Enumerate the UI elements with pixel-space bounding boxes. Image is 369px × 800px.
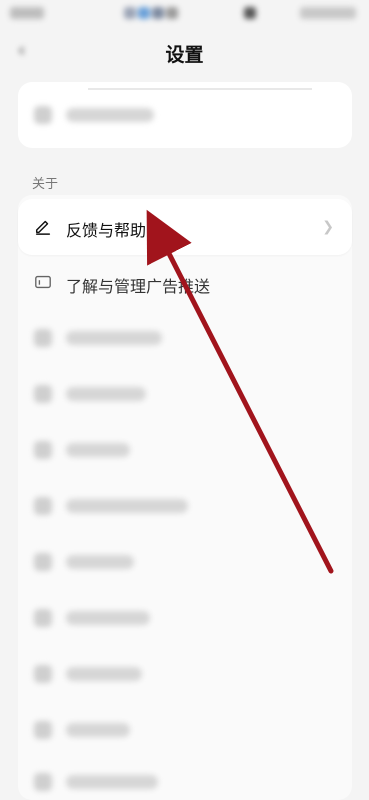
settings-item-icon (34, 497, 52, 515)
settings-page: ‹ 设置 关于 反馈与帮助 ❯ 了解与管理广告推送 (0, 0, 369, 800)
chevron-right-icon: ❯ (322, 219, 334, 235)
settings-item-label-blurred (66, 499, 188, 513)
app-notification-icon-3 (166, 7, 178, 19)
settings-item-label-blurred (66, 387, 146, 401)
settings-item-icon (34, 106, 52, 124)
settings-item-icon (34, 553, 52, 571)
about-card: 反馈与帮助 ❯ 了解与管理广告推送 (18, 195, 352, 800)
settings-item-label-blurred (66, 667, 142, 681)
settings-item-label-blurred (66, 775, 158, 789)
settings-item-label-blurred (66, 331, 162, 345)
section-label-about: 关于 (32, 177, 59, 192)
page-title: 设置 (165, 44, 204, 66)
ad-management-item[interactable]: 了解与管理广告推送 (18, 255, 352, 311)
battery-icon (300, 7, 356, 19)
app-notification-icon (138, 7, 150, 19)
settings-item-label-blurred (66, 443, 130, 457)
carrier-icon (10, 7, 44, 19)
settings-item-icon (34, 773, 52, 791)
wifi-icon (124, 7, 136, 19)
app-notification-icon-2 (152, 7, 164, 19)
feedback-help-label: 反馈与帮助 (66, 221, 147, 240)
settings-item-icon (34, 441, 52, 459)
feedback-help-item[interactable]: 反馈与帮助 ❯ (18, 199, 352, 255)
settings-item-label-blurred (66, 723, 130, 737)
settings-item-label-blurred (66, 555, 134, 569)
ad-management-label: 了解与管理广告推送 (66, 277, 211, 296)
divider (88, 88, 312, 90)
settings-item-icon (34, 665, 52, 683)
settings-card-top (18, 82, 352, 148)
settings-item-label-blurred (66, 108, 154, 122)
settings-item-icon (34, 609, 52, 627)
settings-item-label-blurred (66, 611, 150, 625)
settings-item-icon (34, 721, 52, 739)
headphones-icon (244, 7, 256, 19)
pencil-icon (35, 220, 51, 235)
status-bar (0, 0, 369, 26)
settings-item-icon (34, 329, 52, 347)
settings-item-icon (34, 385, 52, 403)
ad-icon (35, 275, 51, 289)
